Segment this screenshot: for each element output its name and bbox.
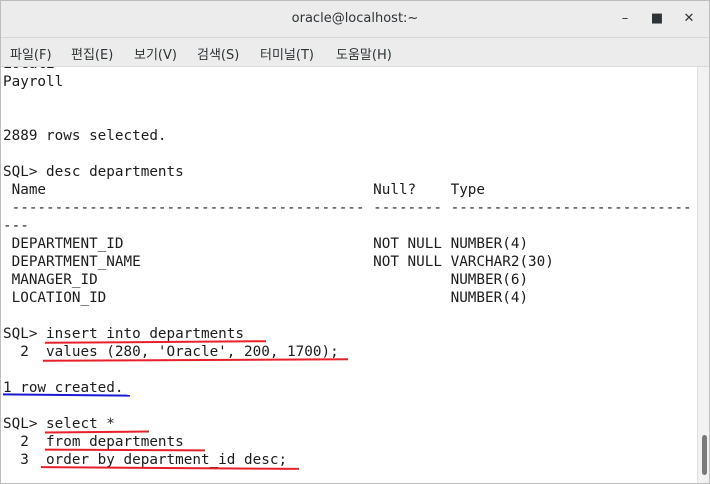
menu-help[interactable]: 도움말(H)	[336, 44, 392, 63]
menu-edit[interactable]: 편집(E)	[71, 44, 113, 63]
terminal-line: MANAGER_ID NUMBER(6)	[3, 272, 529, 288]
terminal-line: Name Null? Type	[3, 182, 486, 198]
terminal-line: 2889 rows selected.	[3, 128, 167, 144]
minimize-button[interactable]: –	[613, 8, 637, 30]
terminal-output[interactable]: Locati Payroll 2889 rows selected. SQL> …	[1, 67, 697, 483]
terminal-line: DEPARTMENT_NAME NOT NULL VARCHAR2(30)	[3, 254, 554, 270]
terminal-line: DEPARTMENT_ID NOT NULL NUMBER(4)	[3, 236, 529, 252]
window-title: oracle@localhost:~	[291, 11, 419, 26]
menu-search[interactable]: 검색(S)	[197, 44, 239, 63]
terminal-line: LOCATION_ID NUMBER(4)	[3, 290, 529, 306]
menu-terminal[interactable]: 터미널(T)	[260, 44, 314, 63]
terminal-line: Payroll	[3, 74, 64, 90]
menu-bar: 파일(F) 편집(E) 보기(V) 검색(S) 터미널(T) 도움말(H)	[1, 38, 709, 67]
scrollbar-thumb[interactable]	[702, 435, 707, 475]
close-button[interactable]: ✕	[677, 8, 701, 30]
terminal-line: ----------------------------------------…	[3, 200, 692, 216]
terminal-line: ---	[3, 218, 29, 234]
menu-file[interactable]: 파일(F)	[10, 44, 52, 63]
red-underline-values	[42, 358, 349, 362]
red-underline-order-by	[40, 466, 300, 470]
vertical-scrollbar[interactable]	[697, 67, 709, 483]
title-bar[interactable]: oracle@localhost:~ – ■ ✕	[1, 1, 709, 38]
terminal-line: SQL> desc departments	[3, 164, 184, 180]
maximize-button[interactable]: ■	[645, 8, 669, 30]
menu-view[interactable]: 보기(V)	[134, 44, 177, 63]
terminal-window: oracle@localhost:~ – ■ ✕ 파일(F) 편집(E) 보기(…	[0, 0, 710, 484]
